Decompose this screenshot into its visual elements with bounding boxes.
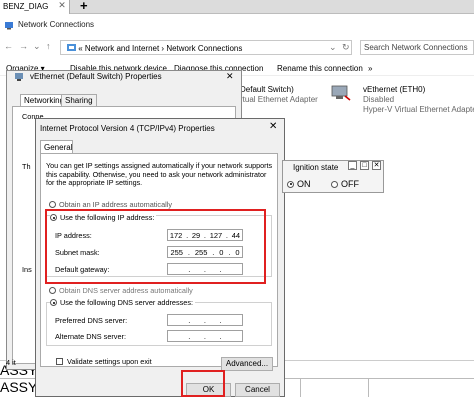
- up-arrow-icon[interactable]: ↑: [46, 41, 51, 51]
- window-title: Network Connections: [18, 20, 95, 29]
- network-adapter-icon: [15, 73, 23, 81]
- adapter-default-switch[interactable]: Default Switch) rtual Ethernet Adapter: [240, 85, 318, 105]
- control-panel-icon: [67, 44, 76, 51]
- checkbox-label: Validate settings upon exit: [67, 357, 152, 366]
- back-arrow-icon[interactable]: ←: [4, 41, 13, 51]
- cancel-button[interactable]: Cancel: [235, 383, 280, 397]
- new-tab-icon[interactable]: +: [80, 0, 92, 13]
- maximize-icon[interactable]: □: [360, 161, 369, 170]
- address-bar[interactable]: « Network and Internet › Network Connect…: [60, 40, 352, 55]
- close-icon[interactable]: ✕: [226, 71, 234, 82]
- assy-label: ASSY: [0, 379, 38, 395]
- radio-label: ON: [297, 179, 311, 189]
- divider: [368, 379, 369, 397]
- ignition-off-radio[interactable]: OFF: [331, 179, 359, 189]
- obtain-dns-auto-radio[interactable]: Obtain DNS server address automatically: [49, 286, 193, 295]
- more-commands-icon[interactable]: »: [368, 64, 372, 73]
- refresh-icon[interactable]: ↻: [342, 42, 350, 53]
- advanced-button[interactable]: Advanced...: [221, 357, 273, 371]
- radio-indicator: [49, 287, 56, 294]
- checkbox-indicator: [56, 358, 63, 365]
- close-icon[interactable]: ✕: [372, 161, 381, 170]
- radio-indicator: [49, 201, 56, 208]
- preferred-dns-label: Preferred DNS server:: [55, 316, 128, 325]
- tab-strip: [0, 0, 474, 14]
- radio-indicator: [287, 180, 294, 188]
- divider: [300, 379, 301, 397]
- radio-label: Obtain an IP address automatically: [59, 200, 173, 209]
- highlight-box: [45, 209, 266, 284]
- recent-dropdown-icon[interactable]: ⌄: [33, 41, 41, 52]
- network-folder-icon: [5, 22, 13, 30]
- install-button[interactable]: Ins: [22, 265, 32, 274]
- breadcrumb-network-connections[interactable]: Network Connections: [166, 44, 242, 53]
- breadcrumb-network-internet[interactable]: Network and Internet: [85, 44, 159, 53]
- close-tab-icon[interactable]: ✕: [56, 0, 68, 14]
- ok-highlight-box: [181, 370, 225, 397]
- close-icon[interactable]: ✕: [269, 121, 277, 132]
- info-text: You can get IP settings assigned automat…: [46, 161, 273, 187]
- adapter-device: Hyper-V Virtual Ethernet Adapter: [363, 105, 474, 114]
- rename-button[interactable]: Rename this connection: [277, 64, 363, 73]
- validate-settings-checkbox[interactable]: Validate settings upon exit: [56, 357, 152, 366]
- adapter-name: Default Switch): [240, 85, 294, 94]
- radio-indicator: [331, 180, 338, 188]
- dialog-title: vEthernet (Default Switch) Properties: [30, 72, 162, 81]
- radio-label: Use the following DNS server addresses:: [60, 298, 194, 307]
- search-placeholder: Search Network Connections: [364, 43, 468, 52]
- ignition-on-radio[interactable]: ON: [287, 179, 311, 189]
- breadcrumb-separator: «: [78, 44, 83, 53]
- dialog-title: Internet Protocol Version 4 (TCP/IPv4) P…: [40, 124, 215, 133]
- ignition-title: Ignition state: [293, 163, 339, 172]
- forward-arrow-icon[interactable]: →: [19, 41, 28, 51]
- radio-label: Obtain DNS server address automatically: [59, 286, 193, 295]
- use-following-dns-radio[interactable]: Use the following DNS server addresses:: [50, 298, 196, 307]
- description-text: 4 it: [6, 358, 16, 367]
- minimize-icon[interactable]: _: [348, 161, 357, 170]
- adapter-status: Disabled: [363, 95, 395, 104]
- radio-label: OFF: [341, 179, 359, 189]
- alternate-dns-field[interactable]: ...: [167, 330, 243, 342]
- radio-indicator: [50, 299, 57, 306]
- address-dropdown-icon[interactable]: ⌄: [329, 42, 337, 53]
- breadcrumb-separator: ›: [161, 44, 165, 53]
- adapter-device: rtual Ethernet Adapter: [240, 95, 318, 104]
- preferred-dns-field[interactable]: ...: [167, 314, 243, 326]
- alternate-dns-label: Alternate DNS server:: [55, 332, 126, 341]
- connection-items-label: Th: [22, 162, 31, 171]
- network-adapter-icon: [331, 85, 351, 101]
- obtain-ip-auto-radio[interactable]: Obtain an IP address automatically: [49, 200, 172, 209]
- adapter-eth0[interactable]: vEthernet (ETH0) Disabled Hyper-V Virtua…: [363, 85, 474, 115]
- search-input[interactable]: Search Network Connections: [360, 40, 474, 55]
- adapter-name: vEthernet (ETH0): [363, 85, 426, 94]
- tab-general[interactable]: General: [40, 140, 73, 154]
